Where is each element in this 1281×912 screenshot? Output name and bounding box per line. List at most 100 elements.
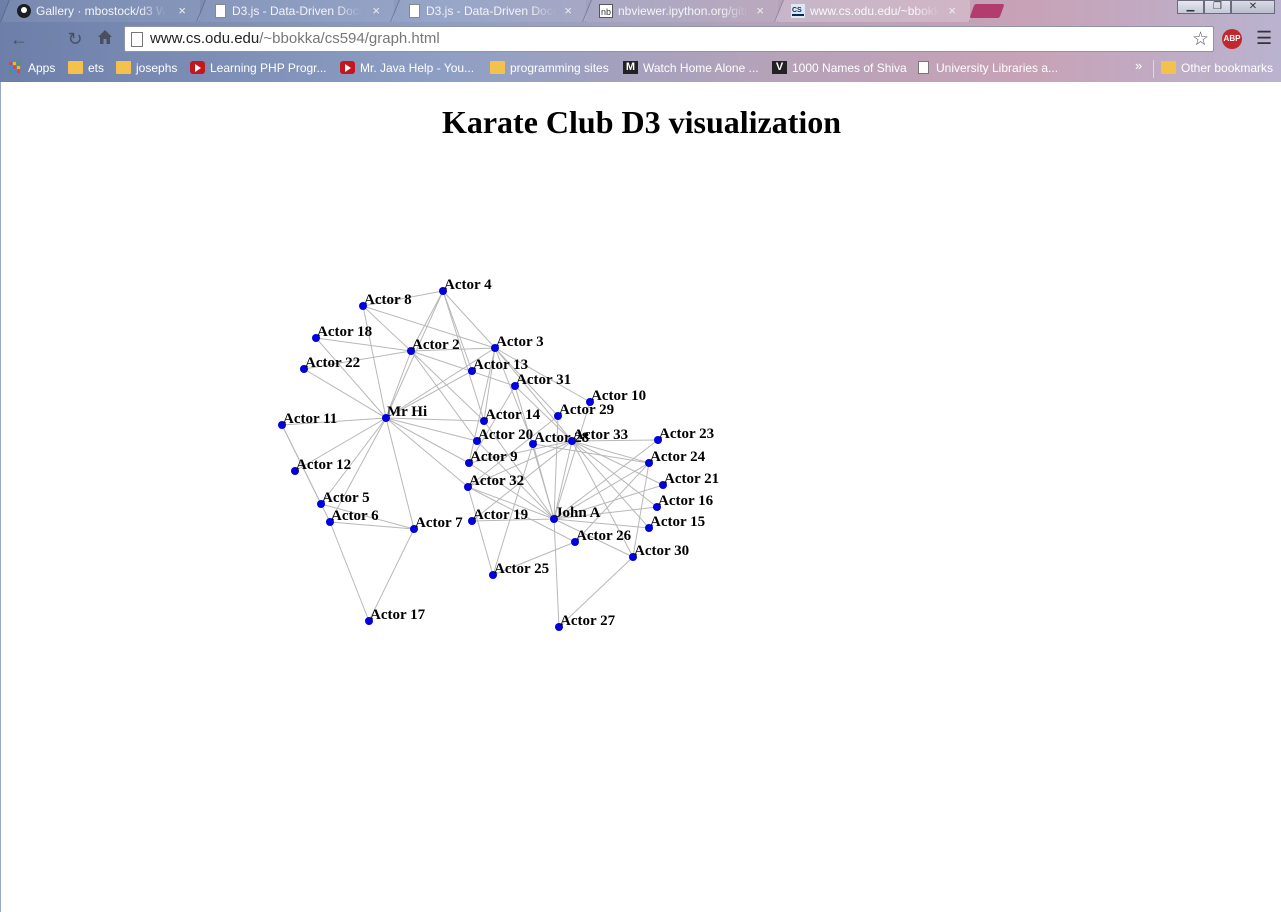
close-icon[interactable]: ×	[564, 0, 572, 22]
github-icon	[16, 3, 32, 19]
apps-icon	[8, 61, 23, 74]
graph-node[interactable]: Actor 21	[659, 471, 719, 489]
node-label: Mr Hi	[387, 404, 427, 420]
node-label: Actor 15	[650, 514, 705, 530]
node-label: Actor 16	[658, 493, 714, 509]
back-arrow-icon[interactable]: ←	[8, 28, 30, 50]
graph-node[interactable]: Actor 12	[291, 457, 351, 475]
folder-icon	[490, 61, 505, 74]
graph-node[interactable]: Actor 6	[326, 508, 379, 526]
bookmark-apps[interactable]: Apps	[8, 60, 55, 76]
node-label: Actor 22	[305, 355, 360, 371]
node-label: Actor 11	[283, 411, 337, 427]
page-icon	[406, 3, 422, 19]
adblock-plus-icon[interactable]: ABP	[1222, 29, 1242, 49]
node-label: Actor 6	[331, 508, 379, 524]
graph-node[interactable]: Actor 3	[491, 334, 544, 352]
close-icon[interactable]: ×	[756, 0, 764, 22]
graph-node[interactable]: Actor 33	[568, 427, 628, 445]
bookmark-ets[interactable]: ets	[68, 60, 104, 76]
menu-icon[interactable]: ☰	[1256, 28, 1274, 48]
bookmark-label: ets	[88, 61, 105, 75]
reload-icon[interactable]: ↻	[64, 28, 86, 50]
graph-node[interactable]: Actor 25	[489, 561, 549, 579]
tab-label: D3.js - Data-Driven Documents	[232, 4, 362, 18]
bookmark-star-icon[interactable]: ☆	[1192, 28, 1209, 51]
close-icon[interactable]: ×	[948, 0, 956, 22]
graph-node[interactable]: Actor 30	[629, 543, 689, 561]
graph-node[interactable]: Actor 15	[645, 514, 705, 532]
graph-node[interactable]: Actor 18	[312, 324, 372, 342]
close-icon[interactable]: ×	[178, 0, 186, 22]
close-window-button[interactable]: ✕	[1231, 0, 1275, 14]
folder-icon	[68, 61, 83, 74]
bookmark-watch-home-alone[interactable]: M Watch Home Alone ...	[623, 60, 759, 76]
node-label: Actor 13	[473, 357, 528, 373]
node-label: Actor 8	[364, 292, 412, 308]
graph-node[interactable]: Actor 20	[473, 427, 533, 445]
tab-d3js-1[interactable]: D3.js - Data-Driven Documents ×	[196, 0, 394, 22]
graph-node[interactable]: Actor 31	[511, 372, 571, 390]
graph-link	[553, 518, 560, 628]
svg-text:nb: nb	[601, 7, 611, 17]
graph-node[interactable]: Actor 11	[278, 411, 337, 429]
graph-node[interactable]: Actor 27	[555, 613, 616, 631]
bookmark-university-libraries[interactable]: University Libraries a...	[916, 60, 1058, 76]
node-label: Actor 17	[370, 607, 426, 623]
bookmark-label: University Libraries a...	[936, 61, 1059, 75]
browser-chrome: Gallery · mbostock/d3 Wiki × D3.js - Dat…	[0, 0, 1281, 82]
graph-node[interactable]: Actor 24	[645, 449, 706, 467]
graph-node[interactable]: Actor 19	[468, 507, 528, 525]
bookmark-programming-sites[interactable]: programming sites	[490, 60, 609, 76]
close-icon[interactable]: ×	[372, 0, 380, 22]
node-label: Actor 9	[470, 449, 518, 465]
minimize-button[interactable]: ▁	[1177, 0, 1204, 14]
address-bar[interactable]: www.cs.odu.edu/~bbokka/cs594/graph.html …	[124, 26, 1214, 52]
bookmark-other-bookmarks[interactable]: Other bookmarks	[1161, 60, 1273, 76]
graph-node[interactable]: Actor 22	[300, 355, 360, 373]
graph-node[interactable]: Actor 7	[410, 515, 463, 533]
graph-node[interactable]: Actor 14	[480, 407, 541, 425]
home-icon[interactable]	[94, 28, 116, 50]
graph-node[interactable]: John A	[550, 505, 601, 523]
graph-node[interactable]: Actor 23	[654, 426, 714, 444]
graph-node[interactable]: Mr Hi	[382, 404, 427, 422]
m-icon: M	[623, 61, 638, 74]
node-label: Actor 23	[659, 426, 714, 442]
bookmark-learning-php[interactable]: Learning PHP Progr...	[190, 60, 327, 76]
graph-node[interactable]: Actor 8	[359, 292, 412, 310]
graph-nodes: Mr Hi Actor 2 Actor 3 Actor 4 Actor 5 Actor 6…	[278, 277, 719, 631]
page-icon	[212, 3, 228, 19]
tab-label: nbviewer.ipython.org/github	[618, 4, 748, 18]
tab-nbviewer[interactable]: nb nbviewer.ipython.org/github ×	[582, 0, 778, 22]
bookmark-josephs[interactable]: josephs	[116, 60, 177, 76]
more-bookmarks-chevron-icon[interactable]: »	[1135, 58, 1142, 73]
graph-link	[315, 337, 387, 419]
graph-link	[329, 521, 370, 622]
restore-button[interactable]: ❐	[1204, 0, 1231, 14]
graph-node[interactable]: Actor 17	[365, 607, 426, 625]
node-label: Actor 21	[664, 471, 719, 487]
graph-node[interactable]: Actor 32	[464, 473, 524, 491]
graph-node[interactable]: Actor 9	[465, 449, 518, 467]
graph-node[interactable]: Actor 29	[554, 402, 614, 420]
graph-node[interactable]: Actor 16	[653, 493, 714, 511]
node-label: Actor 26	[576, 528, 632, 544]
bookmark-label: programming sites	[510, 61, 609, 75]
url-path: /~bbokka/cs594/graph.html	[259, 30, 440, 47]
node-label: Actor 27	[560, 613, 616, 629]
graph-node[interactable]: Actor 4	[439, 277, 492, 295]
graph-node[interactable]: Actor 5	[317, 490, 370, 508]
new-tab-button[interactable]	[969, 4, 1005, 18]
tab-gallery[interactable]: Gallery · mbostock/d3 Wiki ×	[0, 0, 200, 22]
svg-text:CS: CS	[792, 7, 802, 14]
forward-arrow-icon[interactable]: →	[36, 28, 58, 50]
bookmark-label: Mr. Java Help - You...	[360, 61, 475, 75]
bookmark-1000-names-of-shiva[interactable]: V 1000 Names of Shiva	[772, 60, 907, 76]
tab-d3js-2[interactable]: D3.js - Data-Driven Documents ×	[390, 0, 586, 22]
bookmark-label: Apps	[28, 61, 56, 75]
tab-graph-active[interactable]: CS www.cs.odu.edu/~bbokka/cs594/graph.ht…	[774, 0, 970, 22]
bookmark-mr-java-help[interactable]: Mr. Java Help - You...	[340, 60, 474, 76]
graph-node[interactable]: Actor 26	[571, 528, 632, 546]
graph-node[interactable]: Actor 2	[407, 337, 460, 355]
